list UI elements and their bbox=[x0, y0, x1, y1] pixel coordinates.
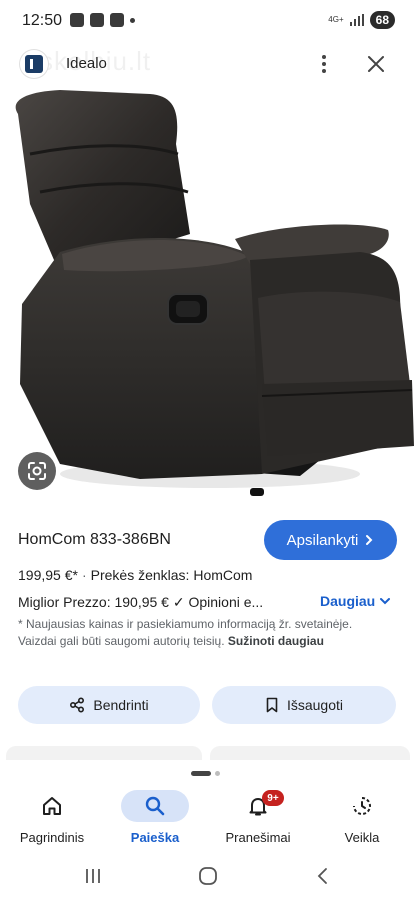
back-icon bbox=[317, 868, 327, 884]
face-icon bbox=[90, 13, 104, 27]
chevron-down-icon bbox=[380, 598, 391, 605]
search-icon bbox=[145, 796, 165, 816]
save-button-label: Išsaugoti bbox=[286, 697, 344, 713]
nav-item-notifications[interactable]: 9+ Pranešimai bbox=[208, 790, 308, 852]
leaf-icon bbox=[110, 13, 124, 27]
close-icon bbox=[368, 56, 384, 72]
share-icon bbox=[70, 697, 85, 713]
share-button-label: Bendrinti bbox=[93, 697, 149, 713]
nav-label: Veikla bbox=[344, 830, 380, 845]
signal-icon bbox=[349, 14, 364, 26]
nav-label: Pranešimai bbox=[225, 830, 291, 845]
nav-label: Paieška bbox=[130, 830, 180, 845]
related-results-strip bbox=[0, 746, 415, 760]
site-favicon-icon bbox=[20, 50, 48, 78]
recliner-chair-image bbox=[15, 90, 414, 496]
carousel-indicator bbox=[191, 771, 220, 776]
product-image[interactable] bbox=[0, 84, 415, 510]
bottom-navigation: Pagrindinis Paieška 9+ Pranešimai Veikla bbox=[0, 786, 415, 856]
chevron-right-icon bbox=[366, 535, 373, 545]
site-name[interactable]: Idealo bbox=[66, 55, 107, 72]
visit-button[interactable]: Apsilankyti bbox=[264, 520, 397, 560]
notification-icons bbox=[70, 13, 135, 27]
product-meta: Miglior Prezzo: 190,95 € ✓ Opinioni e... bbox=[18, 594, 264, 610]
notification-icon bbox=[70, 13, 84, 27]
visit-button-label: Apsilankyti bbox=[286, 531, 359, 549]
recent-apps-icon bbox=[86, 869, 100, 883]
source-header: skelbiu.lt Idealo bbox=[0, 44, 415, 84]
learn-more-link[interactable]: Sužinoti daugiau bbox=[228, 634, 324, 648]
nav-item-home[interactable]: Pagrindinis bbox=[2, 790, 102, 852]
dot-icon bbox=[130, 17, 135, 23]
network-type: 4G+ bbox=[328, 15, 344, 24]
home-circle-icon bbox=[199, 867, 217, 885]
status-right: 4G+ 68 bbox=[328, 11, 395, 29]
nav-label: Pagrindinis bbox=[19, 830, 85, 845]
status-bar: 12:50 4G+ 68 bbox=[0, 0, 415, 44]
nav-item-search[interactable]: Paieška bbox=[105, 790, 205, 852]
product-title: HomCom 833-386BN bbox=[18, 531, 171, 548]
notification-badge: 9+ bbox=[262, 790, 284, 806]
recent-apps-button[interactable] bbox=[78, 864, 108, 888]
brand: Prekės ženklas: HomCom bbox=[90, 567, 253, 583]
nav-item-activity[interactable]: Veikla bbox=[312, 790, 412, 852]
status-time: 12:50 bbox=[22, 12, 63, 29]
share-button[interactable]: Bendrinti bbox=[18, 686, 200, 724]
price-line: 199,95 €* · Prekės ženklas: HomCom bbox=[18, 567, 253, 583]
bookmark-icon bbox=[266, 697, 278, 713]
more-options-button[interactable] bbox=[312, 50, 336, 78]
home-icon bbox=[43, 797, 61, 815]
system-navigation bbox=[0, 856, 415, 900]
more-button-label: Daugiau bbox=[320, 593, 376, 609]
related-card[interactable] bbox=[6, 746, 202, 760]
save-button[interactable]: Išsaugoti bbox=[212, 686, 396, 724]
lens-search-button[interactable] bbox=[18, 452, 56, 490]
related-card[interactable] bbox=[210, 746, 410, 760]
home-system-button[interactable] bbox=[193, 864, 223, 888]
more-button[interactable]: Daugiau bbox=[320, 593, 391, 609]
battery-indicator: 68 bbox=[369, 11, 395, 29]
price: 199,95 €* bbox=[18, 567, 78, 583]
back-button[interactable] bbox=[308, 864, 338, 888]
close-button[interactable] bbox=[362, 50, 390, 78]
lens-icon bbox=[28, 462, 46, 480]
activity-icon bbox=[353, 797, 371, 815]
copyright-disclaimer: * Naujausias kainas ir pasiekiamumo info… bbox=[18, 616, 378, 650]
